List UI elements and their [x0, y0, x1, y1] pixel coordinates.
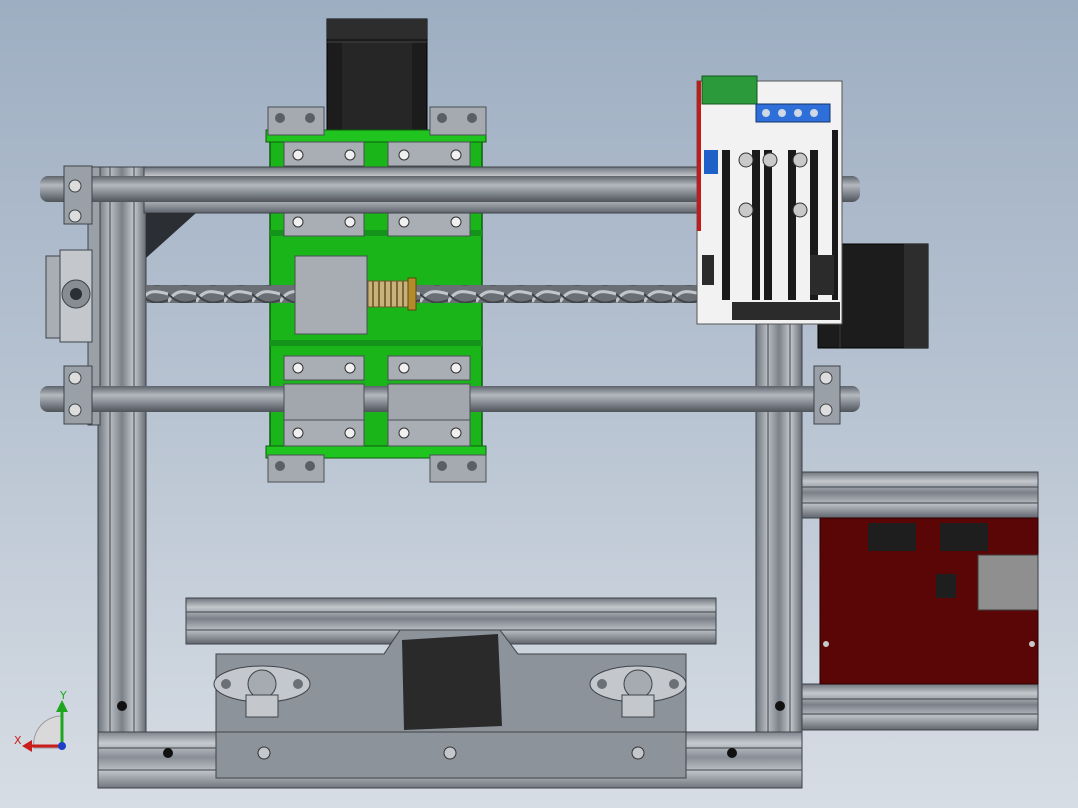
- lower-guide-rod: [40, 383, 860, 421]
- stepper-driver-board: [819, 517, 1039, 685]
- cad-viewport[interactable]: Y X: [0, 0, 1078, 808]
- y-axis-stepper-motor: [326, 18, 428, 135]
- anti-backlash-nut: [367, 277, 417, 311]
- terminal-block: [755, 103, 831, 123]
- triad-y-label: Y: [59, 689, 67, 702]
- carriage-bottom-pillow-block-left: [267, 454, 325, 483]
- triad-x-label: X: [14, 734, 22, 747]
- carriage-top-pillow-block-right: [429, 106, 487, 136]
- right-frame-upright: [755, 299, 803, 733]
- coordinate-triad-icon: Y X: [14, 689, 68, 752]
- bottom-frame-crossbar: [97, 731, 803, 789]
- carriage-top-pillow-block-left: [267, 106, 325, 136]
- left-frame-upright: [97, 166, 147, 733]
- left-bearing-coupler: [45, 249, 93, 343]
- corner-gusset: [146, 213, 196, 258]
- controller-board: [696, 75, 843, 325]
- carriage-bottom-pillow-block-right: [429, 454, 487, 483]
- right-rod-supports: [813, 365, 841, 425]
